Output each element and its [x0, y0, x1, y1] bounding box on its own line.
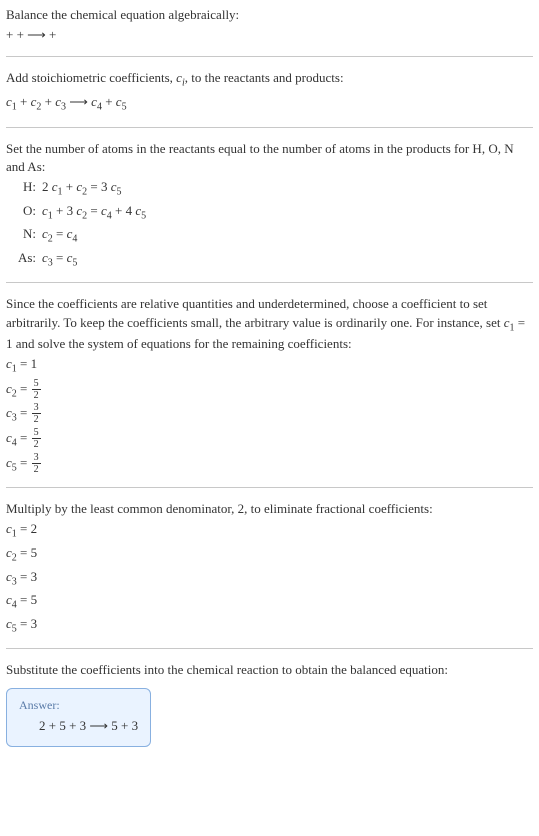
arrow: ⟶ [69, 94, 91, 109]
equals: = [17, 356, 31, 371]
relative-text: Since the coefficients are relative quan… [6, 295, 533, 353]
atom-row: O:c1 + 3 c2 = c4 + 4 c5 [6, 202, 533, 224]
equals: = [17, 381, 31, 396]
plus: + [45, 94, 56, 109]
divider [6, 56, 533, 57]
intro-line1: Balance the chemical equation algebraica… [6, 6, 533, 24]
atoms-intro: Set the number of atoms in the reactants… [6, 140, 533, 176]
equals: = [17, 521, 31, 536]
fraction: 32 [32, 403, 41, 425]
element-label: N: [6, 225, 42, 243]
fraction: 32 [32, 453, 41, 475]
equals: = [17, 430, 31, 445]
eq-text: + [63, 179, 77, 194]
coeff-value: 5 [31, 592, 38, 607]
equals: = [17, 545, 31, 560]
fraction: 52 [32, 428, 41, 450]
coeff-sub: 5 [141, 210, 146, 221]
c2-sub: 2 [36, 102, 41, 113]
c5-sub: 5 [122, 102, 127, 113]
coeff-sub: 5 [117, 187, 122, 198]
plus: + [20, 94, 31, 109]
atom-equation: c3 = c5 [42, 249, 77, 271]
c4-sub: 4 [97, 102, 102, 113]
eq-text: 2 [42, 179, 52, 194]
fraction-den: 2 [32, 389, 41, 401]
coeff-value: 5 [31, 545, 38, 560]
equals: = [17, 592, 31, 607]
eq-text: = [53, 250, 67, 265]
equals: = [17, 455, 31, 470]
coeff-line: c2 = 5 [6, 544, 533, 566]
coeff-value: 2 [31, 521, 38, 536]
eq-text: + 3 [53, 203, 77, 218]
equals: = [17, 569, 31, 584]
divider [6, 648, 533, 649]
coeff-line: c2 = 52 [6, 379, 533, 402]
c3-sub: 3 [61, 102, 66, 113]
fraction-den: 2 [32, 438, 41, 450]
stoich-eq: c1 + c2 + c3 ⟶ c4 + c5 [6, 93, 533, 115]
atom-equation: c2 = c4 [42, 225, 77, 247]
relative-a: Since the coefficients are relative quan… [6, 296, 504, 329]
divider [6, 487, 533, 488]
eq-text: = [87, 203, 101, 218]
element-label: H: [6, 178, 42, 196]
fraction-den: 2 [32, 463, 41, 475]
lcd-text: Multiply by the least common denominator… [6, 500, 533, 518]
element-label: As: [6, 249, 42, 267]
stoich-line1: Add stoichiometric coefficients, ci, to … [6, 69, 533, 91]
integer-coefficients: c1 = 2c2 = 5c3 = 3c4 = 5c5 = 3 [6, 520, 533, 636]
final-text: Substitute the coefficients into the che… [6, 661, 533, 679]
element-label: O: [6, 202, 42, 220]
coeff-value: 1 [31, 356, 38, 371]
coeff-sub: 5 [72, 257, 77, 268]
coeff-value: 3 [31, 569, 38, 584]
fraction-num: 3 [32, 453, 41, 463]
coeff-line: c3 = 3 [6, 568, 533, 590]
coeff-line: c4 = 52 [6, 428, 533, 451]
coeff-line: c5 = 32 [6, 453, 533, 476]
answer-body: 2 + 5 + 3 ⟶ 5 + 3 [19, 717, 138, 735]
fraction: 52 [32, 379, 41, 401]
coeff-line: c3 = 32 [6, 403, 533, 426]
c1-sub: 1 [12, 102, 17, 113]
eq-text: = 3 [87, 179, 111, 194]
fraction-den: 2 [32, 413, 41, 425]
stoich-text-a: Add stoichiometric coefficients, [6, 70, 176, 85]
eq-text: = [53, 226, 67, 241]
equals: = [17, 405, 31, 420]
atom-equation: 2 c1 + c2 = 3 c5 [42, 178, 122, 200]
stoich-text-b: , to the reactants and products: [185, 70, 344, 85]
divider [6, 282, 533, 283]
divider [6, 127, 533, 128]
atom-row: N:c2 = c4 [6, 225, 533, 247]
intro-line2: + + ⟶ + [6, 26, 533, 44]
coeff-line: c5 = 3 [6, 615, 533, 637]
equals: = [17, 616, 31, 631]
fraction-num: 5 [32, 379, 41, 389]
answer-box: Answer: 2 + 5 + 3 ⟶ 5 + 3 [6, 688, 151, 747]
atom-equations: H:2 c1 + c2 = 3 c5O:c1 + 3 c2 = c4 + 4 c… [6, 178, 533, 270]
eq-text: + 4 [112, 203, 136, 218]
coeff-line: c1 = 1 [6, 355, 533, 377]
coeff-line: c1 = 2 [6, 520, 533, 542]
plus: + [105, 94, 116, 109]
fraction-num: 5 [32, 428, 41, 438]
answer-label: Answer: [19, 697, 138, 714]
fractional-coefficients: c1 = 1c2 = 52c3 = 32c4 = 52c5 = 32 [6, 355, 533, 475]
atom-row: H:2 c1 + c2 = 3 c5 [6, 178, 533, 200]
coeff-line: c4 = 5 [6, 591, 533, 613]
coeff-sub: 4 [72, 234, 77, 245]
atom-equation: c1 + 3 c2 = c4 + 4 c5 [42, 202, 146, 224]
coeff-value: 3 [31, 616, 38, 631]
fraction-num: 3 [32, 403, 41, 413]
atom-row: As:c3 = c5 [6, 249, 533, 271]
